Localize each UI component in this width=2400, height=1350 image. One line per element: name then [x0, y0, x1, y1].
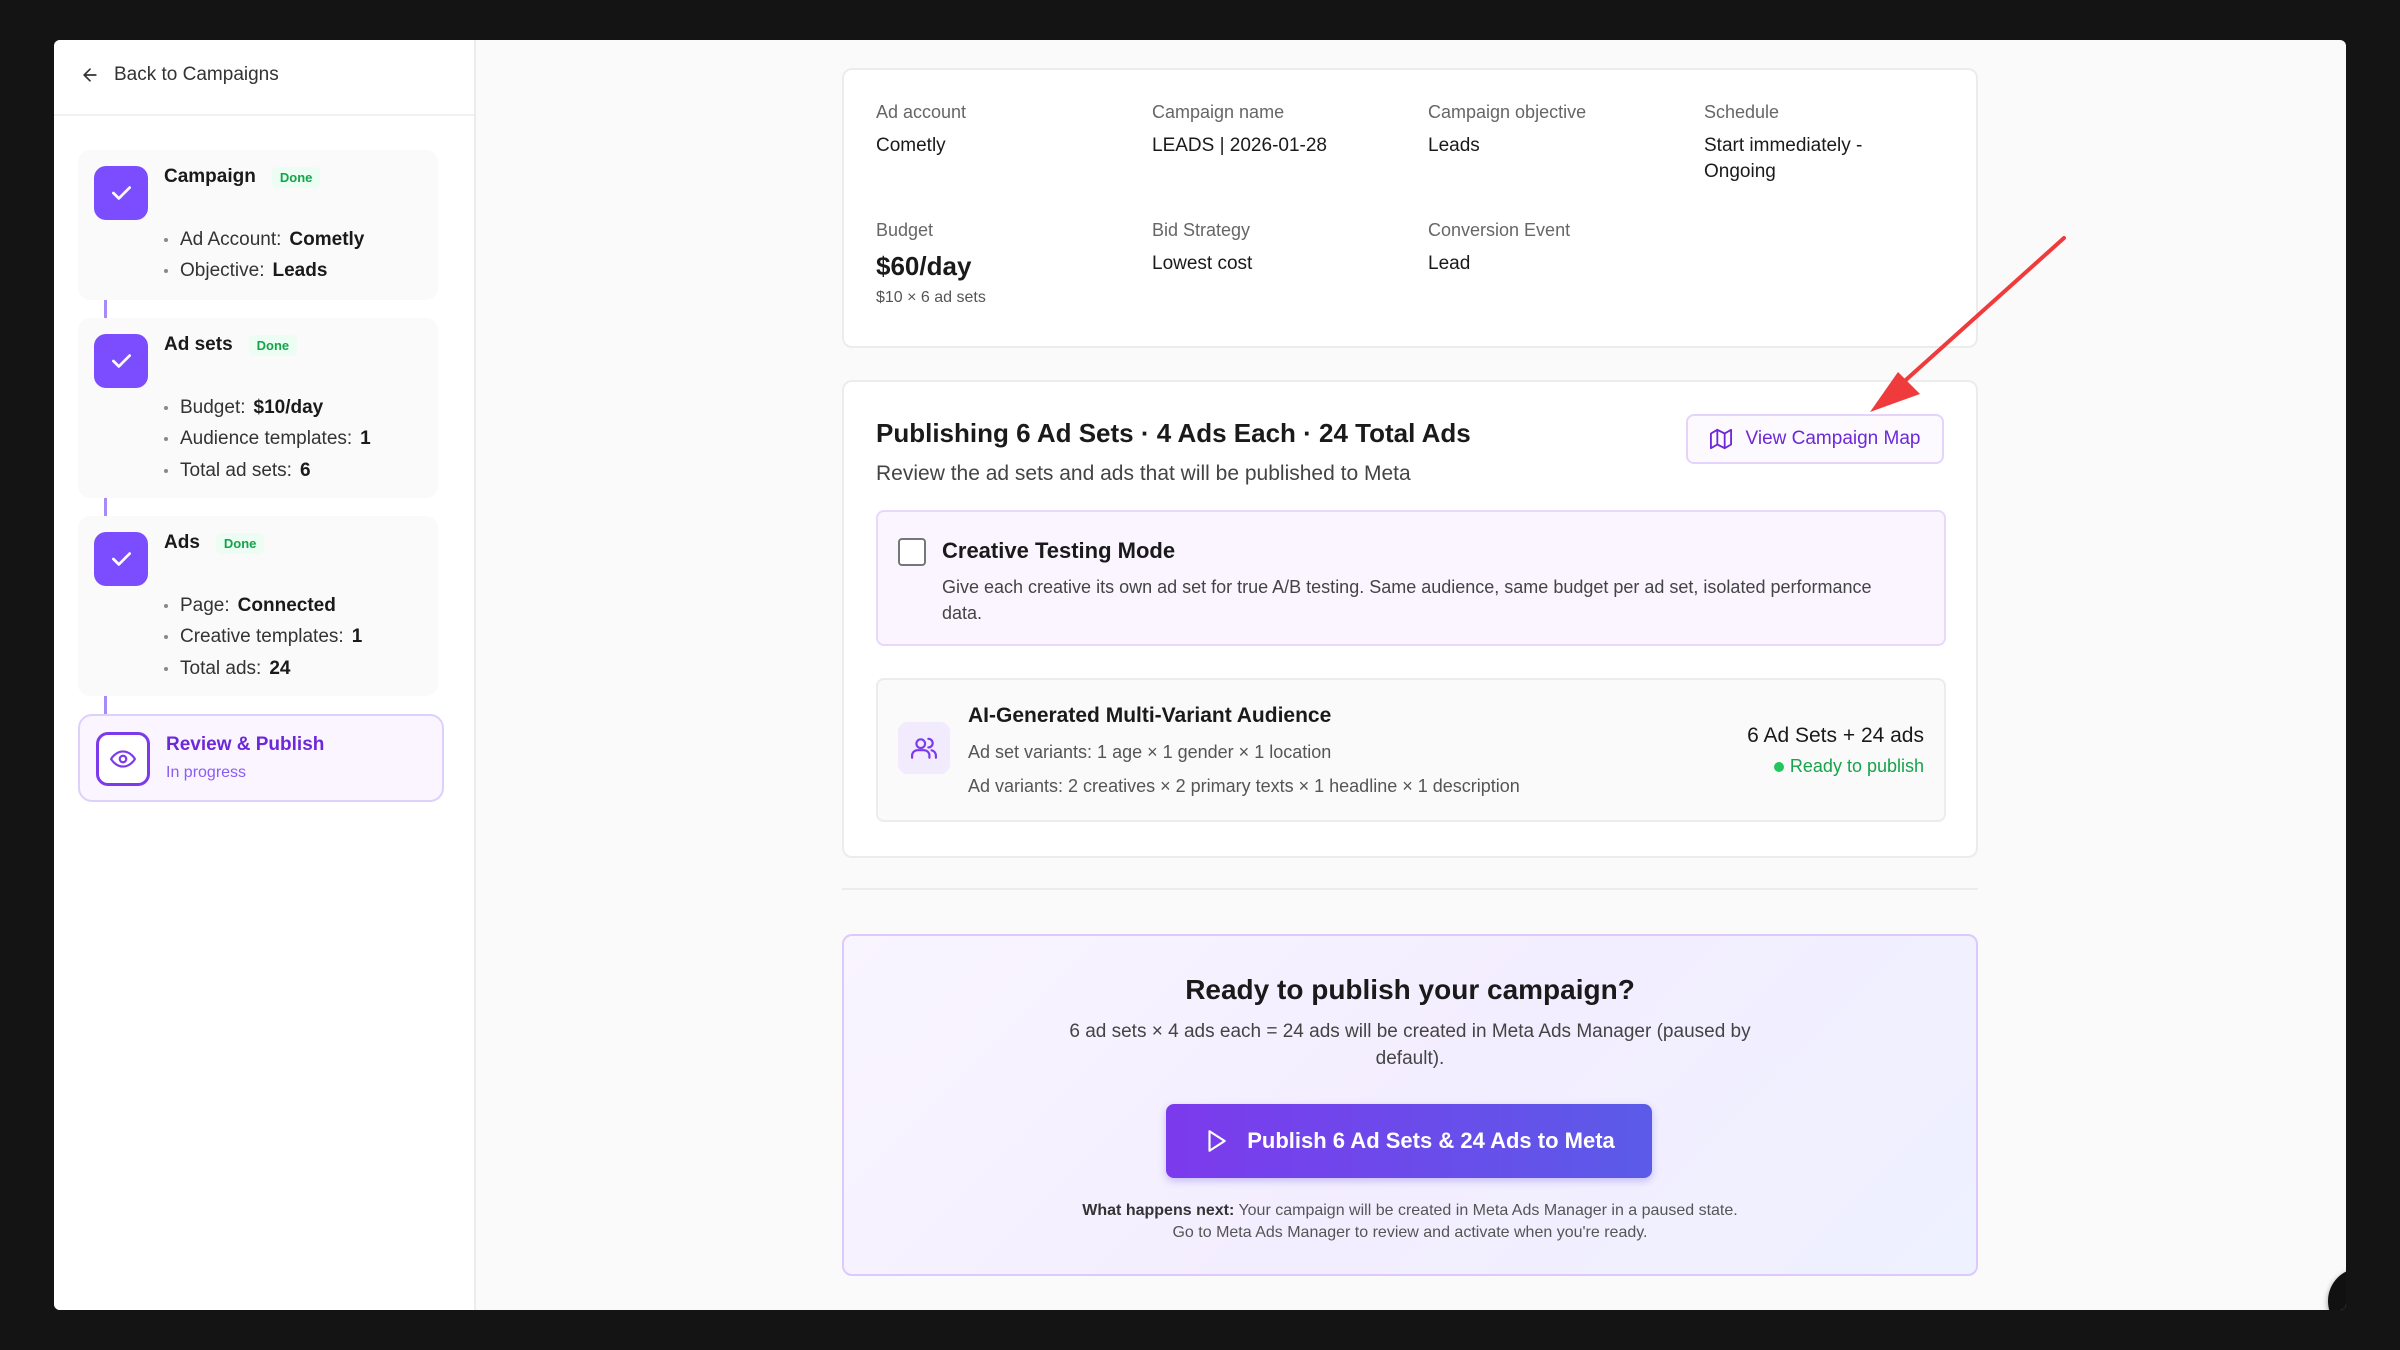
creative-testing-checkbox[interactable]	[898, 538, 926, 566]
note-text: Your campaign will be created in Meta Ad…	[1172, 1202, 1738, 1241]
creative-testing-mode-option: Creative Testing Mode Give each creative…	[876, 510, 1946, 646]
app-window: Back to Campaigns Campaign Done Ad Accou…	[54, 40, 2346, 1310]
map-icon	[1709, 428, 1732, 450]
field-value: $60/day	[876, 251, 972, 281]
field-value: Start immediately - Ongoing	[1704, 135, 1863, 182]
field-label: Campaign name	[1152, 102, 1285, 122]
bid-strategy-field: Bid Strategy Lowest cost	[1152, 220, 1252, 277]
publishing-card: Publishing 6 Ad Sets · 4 Ads Each · 24 T…	[842, 380, 1978, 858]
step-title: Ad sets	[164, 334, 233, 355]
budget-detail: $10 × 6 ad sets	[876, 289, 986, 306]
step-details: Budget: $10/day Audience templates: 1 Tota…	[164, 392, 371, 487]
eye-icon	[110, 750, 136, 768]
option-title: Creative Testing Mode	[942, 538, 1176, 563]
step-title: Ads	[164, 532, 200, 553]
step-ad-sets[interactable]: Ad sets Done Budget: $10/day Audience tem…	[78, 318, 438, 498]
field-label: Ad account	[876, 102, 967, 122]
status-badge: Done	[271, 166, 321, 188]
list-item: Objective: Leads	[164, 256, 364, 288]
field-value: LEADS | 2026-01-28	[1152, 135, 1327, 156]
sidebar-divider	[54, 114, 474, 116]
field-label: Schedule	[1704, 102, 1780, 122]
field-label: Campaign objective	[1428, 102, 1587, 122]
list-item: Budget: $10/day	[164, 392, 371, 424]
check-icon	[112, 354, 132, 368]
note-label: What happens next:	[1082, 1202, 1235, 1219]
sidebar: Back to Campaigns Campaign Done Ad Accou…	[54, 40, 476, 1310]
step-title: Review & Publish	[166, 734, 325, 755]
cta-text: 6 ad sets × 4 ads each = 24 ads will be …	[1069, 1021, 1751, 1069]
conversion-event-field: Conversion Event Lead	[1428, 220, 1570, 277]
status-badge: Done	[248, 334, 298, 356]
ready-status: Ready to publish	[1773, 756, 1924, 777]
budget-field: Budget $60/day $10 × 6 ad sets	[876, 220, 986, 307]
step-title: Campaign	[164, 166, 256, 187]
publish-button-label: Publish 6 Ad Sets & 24 Ads to Meta	[1247, 1128, 1615, 1153]
publishing-title: Publishing 6 Ad Sets · 4 Ads Each · 24 T…	[876, 418, 1471, 448]
ad-set-variants: Ad set variants: 1 age × 1 gender × 1 lo…	[968, 742, 1332, 762]
publish-button[interactable]: Publish 6 Ad Sets & 24 Ads to Meta	[1166, 1104, 1652, 1178]
chat-launcher-button[interactable]	[2328, 1268, 2346, 1310]
list-item: Creative templates: 1	[164, 622, 362, 654]
step-title-row: Ads Done	[164, 532, 265, 554]
next-steps-note: What happens next: Your campaign will be…	[1074, 1200, 1746, 1244]
chat-icon	[2345, 1285, 2346, 1310]
step-title-row: Ad sets Done	[164, 334, 298, 356]
option-description: Give each creative its own ad set for tr…	[942, 577, 1872, 623]
audience-title: AI-Generated Multi-Variant Audience	[968, 704, 1332, 727]
campaign-summary-card: Ad account Cometly Campaign name LEADS |…	[842, 68, 1978, 348]
list-item: Total ad sets: 6	[164, 455, 371, 487]
back-label: Back to Campaigns	[114, 64, 279, 85]
ad-account-field: Ad account Cometly	[876, 102, 966, 159]
cta-heading: Ready to publish your campaign?	[1185, 974, 1635, 1005]
list-item: Page: Connected	[164, 590, 362, 622]
list-item: Total ads: 24	[164, 653, 362, 685]
view-campaign-map-button[interactable]: View Campaign Map	[1686, 414, 1944, 464]
publish-cta-panel: Ready to publish your campaign? 6 ad set…	[842, 934, 1978, 1276]
audience-summary: AI-Generated Multi-Variant Audience Ad s…	[876, 678, 1946, 822]
field-value: Lowest cost	[1152, 253, 1253, 274]
field-value: Cometly	[876, 135, 946, 156]
field-label: Budget	[876, 220, 934, 240]
field-label: Bid Strategy	[1152, 220, 1251, 240]
back-to-campaigns-link[interactable]: Back to Campaigns	[80, 58, 279, 92]
step-check-badge	[94, 166, 148, 220]
audience-count: 6 Ad Sets + 24 ads	[1747, 724, 1924, 747]
field-value: Leads	[1428, 135, 1480, 156]
campaign-name-field: Campaign name LEADS | 2026-01-28	[1152, 102, 1327, 159]
list-item: Audience templates: 1	[164, 424, 371, 456]
list-item: Ad Account: Cometly	[164, 224, 364, 256]
ad-variants: Ad variants: 2 creatives × 2 primary tex…	[968, 776, 1520, 796]
objective-field: Campaign objective Leads	[1428, 102, 1586, 159]
field-value: Lead	[1428, 253, 1471, 274]
users-icon	[898, 722, 950, 774]
step-details: Ad Account: Cometly Objective: Leads	[164, 224, 364, 287]
schedule-field: Schedule Start immediately - Ongoing	[1704, 102, 1904, 185]
section-divider	[842, 888, 1978, 890]
check-icon	[112, 552, 132, 566]
step-review-publish[interactable]: Review & Publish In progress	[78, 714, 444, 802]
step-status: In progress	[166, 764, 247, 781]
check-icon	[112, 186, 132, 200]
step-campaign[interactable]: Campaign Done Ad Account: Cometly Objecti…	[78, 150, 438, 300]
step-details: Page: Connected Creative templates: 1 Tota…	[164, 590, 362, 685]
step-check-badge	[94, 532, 148, 586]
status-dot-icon	[1773, 761, 1784, 772]
arrow-left-icon	[83, 68, 97, 82]
publishing-subtitle: Review the ad sets and ads that will be …	[876, 462, 1411, 485]
step-check-badge	[94, 334, 148, 388]
ready-label: Ready to publish	[1789, 756, 1924, 776]
field-label: Conversion Event	[1428, 220, 1571, 240]
map-button-label: View Campaign Map	[1745, 428, 1921, 449]
step-active-badge	[96, 732, 150, 786]
step-title-row: Campaign Done	[164, 166, 321, 188]
status-badge: Done	[215, 532, 265, 554]
step-ads[interactable]: Ads Done Page: Connected Creative templat…	[78, 516, 438, 696]
play-icon	[1208, 1130, 1226, 1152]
